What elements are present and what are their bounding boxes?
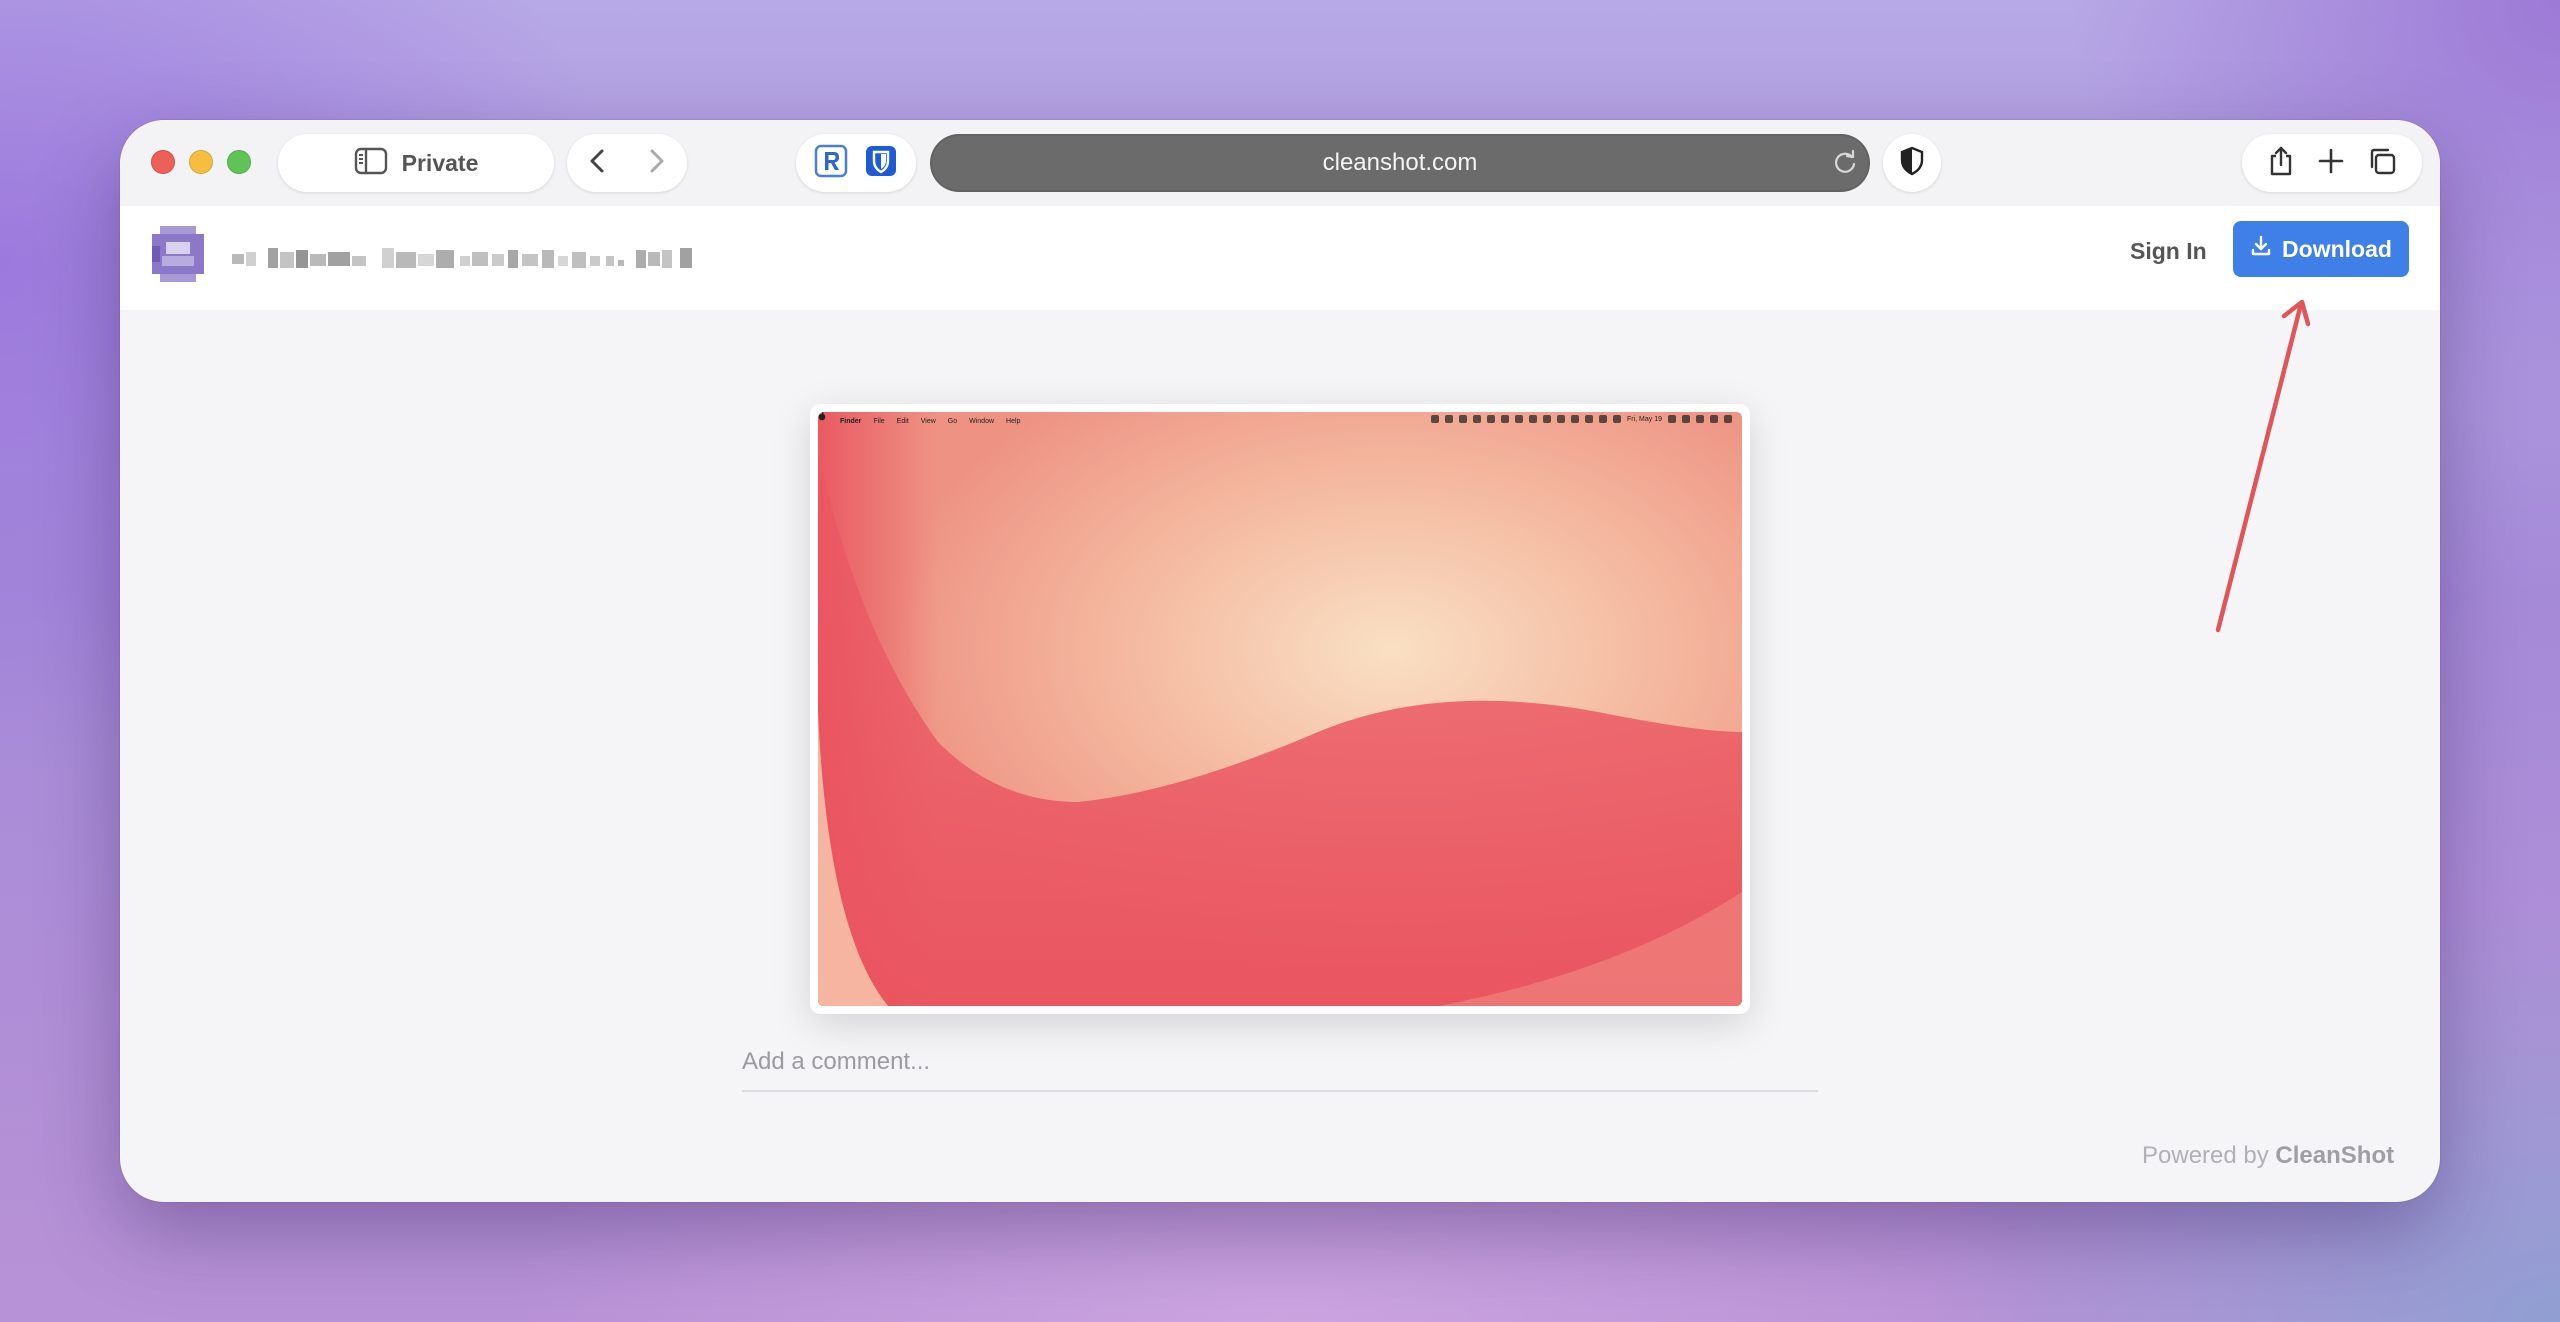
status-icon (1430, 415, 1439, 423)
status-icon (1514, 415, 1523, 423)
comment-input[interactable] (742, 1048, 1818, 1076)
control-center-icon (1710, 415, 1718, 423)
address-bar[interactable]: cleanshot.com (930, 134, 1870, 192)
status-icon (1598, 415, 1607, 423)
forward-button[interactable] (645, 147, 669, 180)
menubar-date: Fri, May 19 (1626, 415, 1662, 423)
menubar-item: Go (947, 417, 958, 425)
url-text: cleanshot.com (1322, 149, 1478, 176)
back-button[interactable] (585, 147, 609, 180)
powered-by: Powered by CleanShot (2142, 1142, 2394, 1170)
tab-overview-icon[interactable] (2367, 146, 2397, 181)
close-window-button[interactable] (151, 150, 175, 174)
wifi-icon (1682, 415, 1690, 423)
privacy-shield-button[interactable] (1883, 134, 1941, 192)
page-header: Sign In Download (120, 206, 2440, 310)
status-icon (1500, 415, 1509, 423)
status-icon (1486, 415, 1495, 423)
share-icon[interactable] (2267, 145, 2295, 182)
minimize-window-button[interactable] (189, 150, 213, 174)
status-icon (1584, 415, 1593, 423)
menubar-item: View (920, 417, 936, 425)
extension-buttons (796, 134, 916, 192)
readwise-extension-icon[interactable] (814, 144, 848, 183)
avatar (148, 224, 208, 284)
bitwarden-extension-icon[interactable] (864, 144, 898, 183)
powered-brand-link[interactable]: CleanShot (2275, 1142, 2394, 1169)
status-icon (1528, 415, 1537, 423)
status-icon (1444, 415, 1453, 423)
browser-toolbar: Private cleanshot.com (120, 120, 2440, 206)
browser-window: Private cleanshot.com Sign In Download F… (120, 120, 2440, 1202)
menubar-status-icons: Fri, May 19 (1430, 415, 1732, 423)
menubar-item: Edit (896, 417, 909, 425)
status-icon (1458, 415, 1467, 423)
menubar-item: Help (1006, 417, 1021, 425)
status-icon (1556, 415, 1565, 423)
navigation-buttons (567, 134, 687, 192)
battery-icon (1696, 415, 1704, 423)
siri-icon (1724, 415, 1732, 423)
screenshot-preview[interactable]: Finder File Edit View Go Window Help Fri… (810, 404, 1750, 1014)
preview-image: Finder File Edit View Go Window Help Fri… (818, 412, 1742, 1006)
new-tab-icon[interactable] (2317, 147, 2345, 180)
menubar-item: Window (969, 417, 995, 425)
reload-icon[interactable] (1832, 149, 1858, 180)
powered-prefix: Powered by (2142, 1142, 2269, 1169)
status-icon (1542, 415, 1551, 423)
sign-in-link[interactable]: Sign In (2130, 238, 2207, 265)
status-icon (1612, 415, 1621, 423)
zoom-window-button[interactable] (227, 150, 251, 174)
status-icon (1668, 415, 1676, 423)
sidebar-icon (354, 147, 388, 180)
download-label: Download (2282, 235, 2392, 262)
status-icon (1472, 415, 1481, 423)
menubar-item: File (873, 417, 885, 425)
redacted-title (232, 244, 892, 279)
preview-menubar: Finder File Edit View Go Window Help Fri… (818, 412, 1742, 430)
download-icon (2250, 235, 2272, 263)
download-button[interactable]: Download (2233, 221, 2409, 277)
menubar-item: Finder (840, 417, 862, 425)
status-icon (1570, 415, 1579, 423)
shield-icon (1899, 146, 1925, 181)
comment-field[interactable] (742, 1048, 1818, 1092)
right-toolbar-buttons (2242, 134, 2422, 192)
